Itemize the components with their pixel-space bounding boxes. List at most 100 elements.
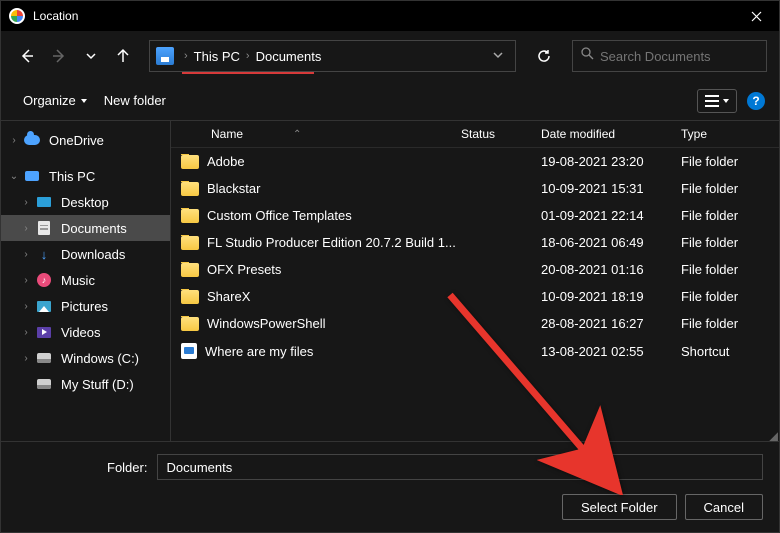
- column-headers: Name⌃ Status Date modified Type: [171, 121, 779, 148]
- help-button[interactable]: ?: [747, 92, 765, 110]
- folder-icon: [181, 317, 199, 331]
- breadcrumb-dropdown[interactable]: [485, 47, 511, 65]
- expand-icon[interactable]: ›: [19, 223, 33, 234]
- sidebar-item-label: Music: [61, 273, 95, 288]
- file-row[interactable]: Adobe19-08-2021 23:20File folder: [171, 148, 779, 175]
- annotation-underline: [182, 72, 314, 74]
- file-date: 18-06-2021 06:49: [541, 235, 681, 250]
- nav-bar: › This PC › Documents: [1, 31, 779, 81]
- down-icon: ↓: [35, 246, 53, 262]
- folder-input[interactable]: [157, 454, 763, 480]
- cancel-button[interactable]: Cancel: [685, 494, 763, 520]
- expand-icon[interactable]: ⌄: [7, 171, 21, 182]
- file-row[interactable]: Where are my files13-08-2021 02:55Shortc…: [171, 337, 779, 365]
- sidebar-item-videos[interactable]: › Videos: [1, 319, 170, 345]
- file-type: File folder: [681, 289, 769, 304]
- doc-icon: [35, 220, 53, 236]
- file-row[interactable]: FL Studio Producer Edition 20.7.2 Build …: [171, 229, 779, 256]
- sidebar-item-music[interactable]: ›♪ Music: [1, 267, 170, 293]
- chevron-right-icon: ›: [184, 50, 188, 62]
- expand-icon[interactable]: ›: [19, 197, 33, 208]
- sidebar-item-pictures[interactable]: › Pictures: [1, 293, 170, 319]
- cloud-icon: [23, 132, 41, 148]
- close-button[interactable]: [734, 1, 779, 31]
- breadcrumb-current[interactable]: Documents: [256, 49, 322, 64]
- sidebar-item-label: Documents: [61, 221, 127, 236]
- sidebar-item-label: Videos: [61, 325, 101, 340]
- file-type: File folder: [681, 262, 769, 277]
- file-type: File folder: [681, 181, 769, 196]
- titlebar: Location: [1, 1, 779, 31]
- sidebar-item-downloads[interactable]: ›↓Downloads: [1, 241, 170, 267]
- window-title: Location: [33, 9, 734, 23]
- search-icon: [581, 47, 594, 65]
- file-name: Blackstar: [207, 181, 260, 196]
- footer: Folder: Select Folder Cancel: [1, 441, 779, 532]
- sidebar-item-onedrive[interactable]: ›OneDrive: [1, 127, 170, 153]
- pics-icon: [35, 298, 53, 314]
- shortcut-icon: [181, 343, 197, 359]
- forward-button[interactable]: [45, 42, 73, 70]
- expand-icon[interactable]: ›: [19, 327, 33, 338]
- sidebar-item-label: Windows (C:): [61, 351, 139, 366]
- file-row[interactable]: WindowsPowerShell28-08-2021 16:27File fo…: [171, 310, 779, 337]
- sidebar-item-desktop[interactable]: › Desktop: [1, 189, 170, 215]
- col-type[interactable]: Type: [681, 127, 769, 141]
- sidebar-item-documents[interactable]: › Documents: [1, 215, 170, 241]
- expand-icon[interactable]: ›: [19, 301, 33, 312]
- organize-button[interactable]: Organize: [15, 87, 96, 114]
- sidebar-item-this-pc[interactable]: ⌄ This PC: [1, 163, 170, 189]
- file-name: Custom Office Templates: [207, 208, 352, 223]
- sort-asc-icon: ⌃: [293, 129, 301, 140]
- file-row[interactable]: OFX Presets20-08-2021 01:16File folder: [171, 256, 779, 283]
- file-date: 19-08-2021 23:20: [541, 154, 681, 169]
- sidebar-item-label: Desktop: [61, 195, 109, 210]
- select-folder-button[interactable]: Select Folder: [562, 494, 677, 520]
- toolbar: Organize New folder ?: [1, 81, 779, 121]
- new-folder-button[interactable]: New folder: [96, 87, 174, 114]
- view-mode-button[interactable]: [697, 89, 737, 113]
- sidebar-item-label: My Stuff (D:): [61, 377, 134, 392]
- expand-icon[interactable]: ›: [19, 249, 33, 260]
- file-row[interactable]: ShareX10-09-2021 18:19File folder: [171, 283, 779, 310]
- drive-icon: [35, 376, 53, 392]
- file-row[interactable]: Custom Office Templates01-09-2021 22:14F…: [171, 202, 779, 229]
- search-box[interactable]: [572, 40, 767, 72]
- file-row[interactable]: Blackstar 10-09-2021 15:31File folder: [171, 175, 779, 202]
- breadcrumb-root[interactable]: This PC: [194, 49, 240, 64]
- folder-icon: [181, 263, 199, 277]
- resize-grip[interactable]: ◢: [769, 433, 777, 439]
- sidebar-item-label: This PC: [49, 169, 95, 184]
- file-date: 10-09-2021 15:31: [541, 181, 681, 196]
- file-type: File folder: [681, 316, 769, 331]
- folder-icon: [181, 182, 199, 196]
- breadcrumb[interactable]: › This PC › Documents: [149, 40, 516, 72]
- up-button[interactable]: [109, 42, 137, 70]
- sidebar-item-windows-c-[interactable]: › Windows (C:): [1, 345, 170, 371]
- location-icon: [156, 47, 174, 65]
- col-date[interactable]: Date modified: [541, 127, 681, 141]
- file-name: Where are my files: [205, 344, 313, 359]
- expand-icon[interactable]: ›: [7, 135, 21, 146]
- sidebar-item-my-stuff-d-[interactable]: My Stuff (D:): [1, 371, 170, 397]
- list-view-icon: [704, 94, 720, 108]
- folder-icon: [181, 290, 199, 304]
- file-type: File folder: [681, 208, 769, 223]
- recent-dropdown[interactable]: [77, 42, 105, 70]
- file-name: ShareX: [207, 289, 250, 304]
- expand-icon[interactable]: ›: [19, 275, 33, 286]
- col-name[interactable]: Name⌃: [181, 127, 461, 141]
- desk-icon: [35, 194, 53, 210]
- file-type: Shortcut: [681, 344, 769, 359]
- sidebar-item-label: Pictures: [61, 299, 108, 314]
- chevron-down-icon: [722, 97, 730, 105]
- search-input[interactable]: [600, 49, 758, 64]
- chrome-icon: [9, 8, 25, 24]
- music-icon: ♪: [35, 272, 53, 288]
- col-status[interactable]: Status: [461, 127, 541, 141]
- expand-icon[interactable]: ›: [19, 353, 33, 364]
- pc-icon: [23, 168, 41, 184]
- refresh-button[interactable]: [528, 40, 560, 72]
- file-pane: Name⌃ Status Date modified Type Adobe19-…: [171, 121, 779, 441]
- back-button[interactable]: [13, 42, 41, 70]
